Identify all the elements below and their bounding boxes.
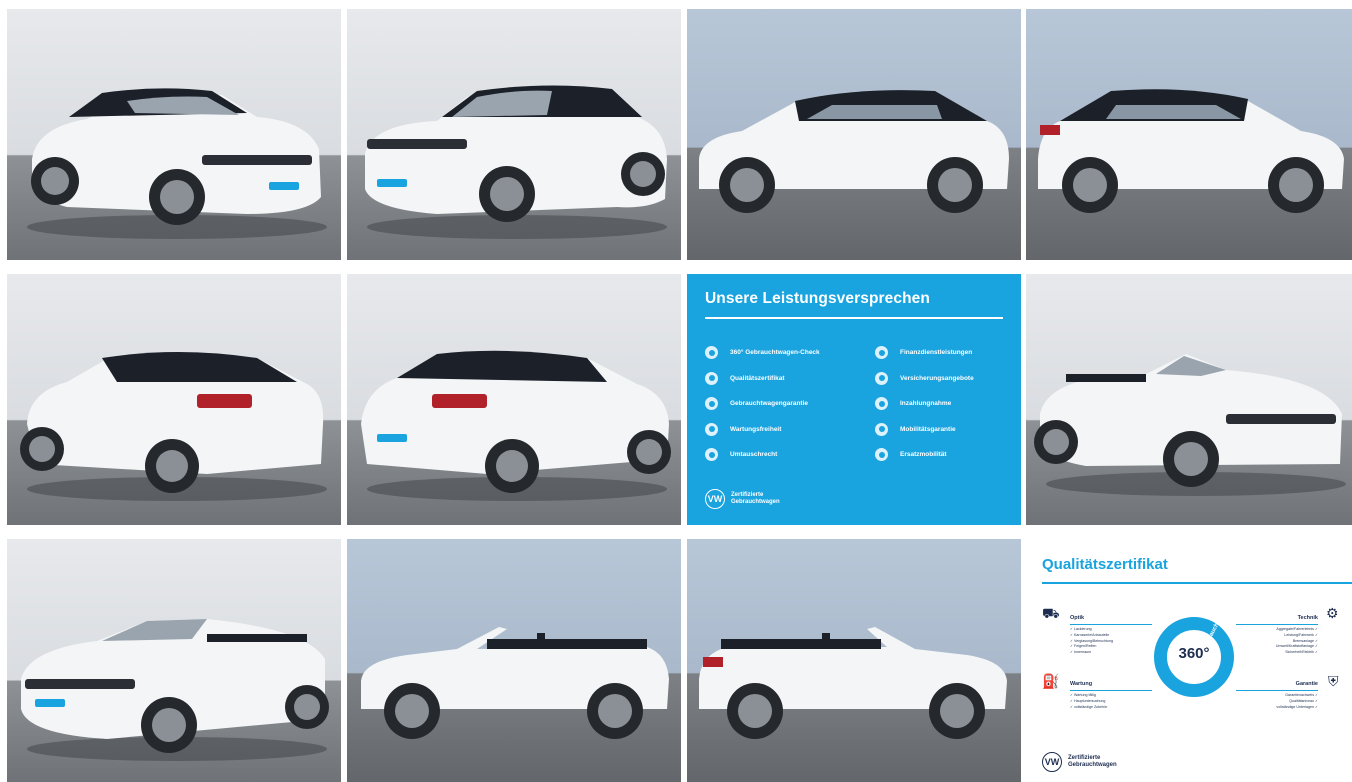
car-illustration [361,627,669,739]
car-illustration [361,350,671,501]
technik-list: Aggregate/Fahrerlebnis ✓ Leistung/Fahrwe… [1276,627,1318,656]
list-item: ✓ Innenraum [1070,650,1092,655]
finance-icon [875,346,888,360]
garantie-list: Garantienachweis ✓ Qualitätsniveau ✓ vol… [1276,693,1318,710]
car-photo-open-side-right[interactable] [687,539,1021,782]
certified-logo-text: Zertifizierte Gebrauchtwagen [1068,755,1117,769]
car-photo-front-right[interactable] [347,9,681,260]
vw-logo-icon: VW [705,489,725,509]
promise-item: Finanzdienstleistungen [875,340,974,366]
logo-line-1: Zertifizierte [1068,755,1101,761]
car-illustration [1034,354,1346,496]
divider [1070,690,1152,691]
promise-item: 360° Gebrauchtwagen-Check [705,340,820,366]
car-photo-rear-right[interactable] [347,274,681,525]
promise-item: Mobilitätsgarantie [875,417,974,443]
photo-gallery-grid: Unsere Leistungsversprechen 360° Gebrauc… [0,0,1352,782]
list-item: ✓ Hauptuntersuchung [1070,698,1106,703]
promise-item-label: Mobilitätsgarantie [900,425,956,433]
promise-item: Ersatzmobilität [875,442,974,468]
wartung-list: ✓ Wartung fällig ✓ Hauptuntersuchung ✓ v… [1070,693,1107,710]
divider [1236,624,1318,625]
car-photo-side-left[interactable] [687,9,1021,260]
exchange-icon [705,448,718,462]
service-icon: ⛽ [1042,673,1060,689]
list-item: vollständige Unterlagen ✓ [1276,704,1318,709]
promise-item-label: 360° Gebrauchtwagen-Check [730,349,820,357]
promise-item-label: Finanzdienstleistungen [900,349,973,357]
divider [1042,582,1352,584]
check-360-number: 360° [1178,645,1210,662]
logo-line-2: Gebrauchtwagen [731,499,780,505]
promise-item: Qualitätszertifikat [705,366,820,392]
promise-item-label: Umtauschrecht [730,451,778,459]
car-illustration [27,88,327,239]
promise-item: Versicherungsangebote [875,366,974,392]
car-photo-open-front-right[interactable] [7,539,341,782]
replacement-car-icon [875,448,888,462]
car-illustration [699,90,1009,213]
optik-label: Optik [1070,615,1085,621]
promise-list-left: 360° Gebrauchtwagen-Check Qualitätszerti… [705,340,820,468]
quality-certificate-card[interactable]: Qualitätszertifikat ⛟ Optik ✓ Lackierung… [1026,539,1352,782]
list-item: ✓ Karosserie/Anbauteile [1070,632,1110,637]
wartung-label: Wartung [1070,681,1093,687]
promise-item-label: Inzahlungnahme [900,400,952,408]
umbrella-icon [875,371,888,385]
promise-item-label: Wartungsfreiheit [730,425,782,433]
car-illustration [699,627,1007,739]
certificate-title: Qualitätszertifikat [1042,556,1168,573]
certificate-icon [705,371,718,385]
shield-icon [705,397,718,411]
promise-item-label: Qualitätszertifikat [730,374,785,382]
promise-title: Unsere Leistungsversprechen [705,290,930,307]
car-illustration [21,619,329,761]
technik-label: Technik [1297,615,1318,621]
promise-card[interactable]: Unsere Leistungsversprechen 360° Gebrauc… [687,274,1021,525]
optik-list: ✓ Lackierung ✓ Karosserie/Anbauteile ✓ V… [1070,627,1113,656]
engine-icon: ⚙ [1326,605,1339,621]
certified-logo: VW Zertifizierte Gebrauchtwagen [705,489,780,509]
list-item: Sicherheit/Elektrik ✓ [1285,650,1318,655]
wrench-icon [705,422,718,436]
promise-item: Gebrauchtwagengarantie [705,391,820,417]
car-photo-open-front-left[interactable] [1026,274,1352,525]
promise-item: Inzahlungnahme [875,391,974,417]
promise-item-label: Versicherungsangebote [900,374,974,382]
divider [1236,690,1318,691]
shield-check-icon: ⛨ [1328,673,1339,689]
certified-logo: VW Zertifizierte Gebrauchtwagen [1042,752,1117,772]
promise-item-label: Gebrauchtwagengarantie [730,400,809,408]
promise-item-label: Ersatzmobilität [900,451,947,459]
key-icon [875,397,888,411]
logo-line-1: Zertifizierte [731,492,764,498]
promise-item: Umtauschrecht [705,442,820,468]
divider [1070,624,1152,625]
car-photo-side-right[interactable] [1026,9,1352,260]
check-icon [705,346,718,360]
car-photo-front-left[interactable] [7,9,341,260]
car-illustration [365,85,667,239]
list-item: Aggregate/Fahrerlebnis ✓ [1276,627,1318,631]
promise-list-right: Finanzdienstleistungen Versicherungsange… [875,340,974,468]
car-icon [875,422,888,436]
promise-item: Wartungsfreiheit [705,417,820,443]
vw-logo-icon: VW [1042,752,1062,772]
car-photo-rear-left[interactable] [7,274,341,525]
certified-logo-text: Zertifizierte Gebrauchtwagen [731,492,780,506]
car-illustration [20,352,327,501]
car-photo-open-side-left[interactable] [347,539,681,782]
car-illustration [1038,89,1344,213]
car-front-icon: ⛟ [1042,605,1060,621]
divider [705,317,1003,319]
list-item: ✓ vollständige Zubehör [1070,704,1108,709]
garantie-label: Garantie [1295,681,1318,687]
logo-line-2: Gebrauchtwagen [1068,762,1117,768]
